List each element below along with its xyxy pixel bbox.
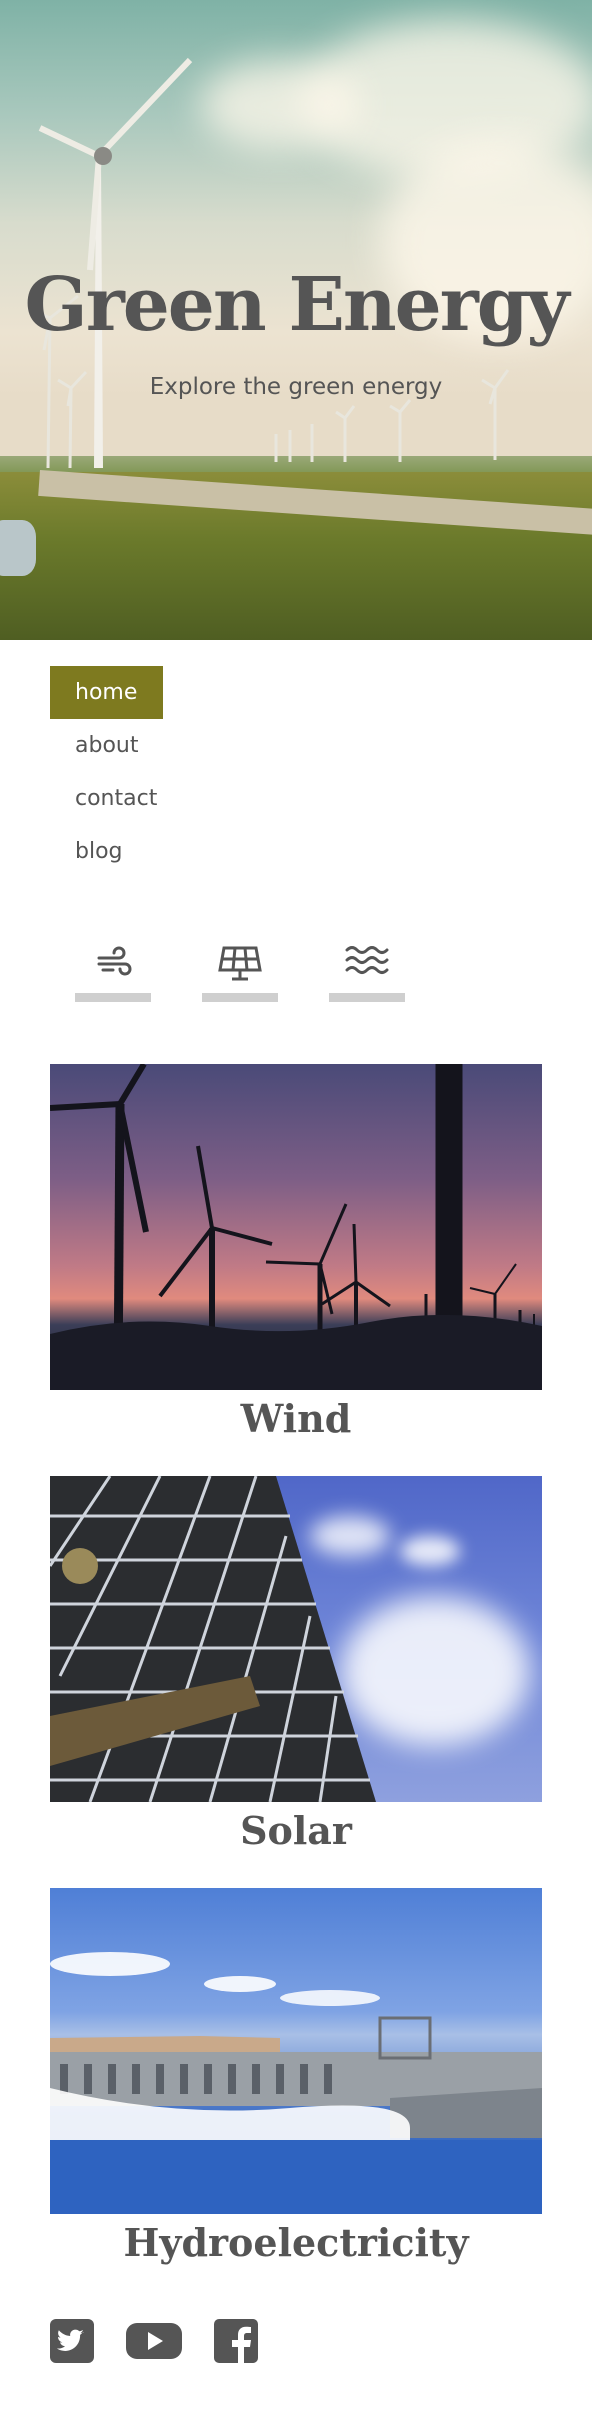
card-hydro[interactable]: Hydroelectricity	[50, 1888, 542, 2270]
card-solar[interactable]: Solar	[50, 1476, 542, 1858]
tab-indicator	[329, 993, 405, 1002]
hydroelectric-dam-image	[50, 1888, 542, 2214]
tab-hydro[interactable]	[329, 940, 405, 1002]
tab-solar[interactable]	[202, 940, 278, 1002]
nav-item-about[interactable]: about	[50, 719, 350, 772]
nav-item-blog[interactable]: blog	[50, 825, 350, 878]
card-caption: Hydroelectricity	[123, 2220, 469, 2265]
hero-title: Green Energy	[24, 262, 570, 348]
facebook-link[interactable]	[214, 2318, 258, 2369]
youtube-link[interactable]	[126, 2318, 182, 2369]
hero-banner: Green Energy Explore the green energy	[0, 0, 592, 640]
twitter-link[interactable]	[50, 2318, 94, 2369]
tab-indicator	[202, 993, 278, 1002]
twitter-icon	[50, 2319, 94, 2363]
wind-icon	[97, 946, 132, 976]
wind-turbines-sunset-image	[50, 1064, 542, 1390]
card-caption: Solar	[240, 1808, 352, 1853]
water-waves-icon	[345, 946, 389, 974]
card-caption: Wind	[240, 1396, 352, 1441]
youtube-icon	[126, 2323, 182, 2359]
tab-indicator	[75, 993, 151, 1002]
main-nav: home about contact blog	[50, 666, 350, 878]
hero-subtitle: Explore the green energy	[149, 374, 443, 400]
tab-wind[interactable]	[75, 940, 151, 1002]
facebook-icon	[214, 2319, 258, 2363]
nav-item-home[interactable]: home	[50, 666, 163, 719]
solar-panel-icon	[218, 946, 262, 981]
solar-panel-sky-image	[50, 1476, 542, 1802]
card-wind[interactable]: Wind	[50, 1064, 542, 1446]
nav-item-contact[interactable]: contact	[50, 772, 350, 825]
energy-tabs	[75, 940, 405, 1002]
